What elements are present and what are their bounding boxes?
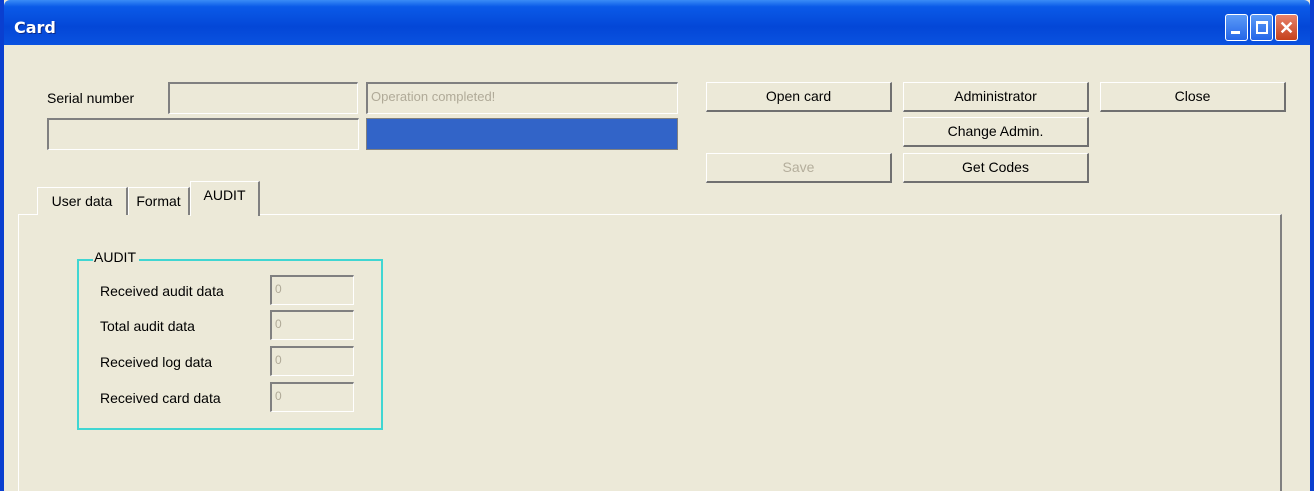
progress-bar xyxy=(366,118,678,150)
save-button[interactable]: Save xyxy=(706,153,892,183)
secondary-field[interactable] xyxy=(47,118,359,150)
title-bar[interactable]: Card ✕ xyxy=(4,0,1310,45)
get-codes-button[interactable]: Get Codes xyxy=(903,153,1089,183)
tab-format[interactable]: Format xyxy=(128,187,190,215)
change-admin-button[interactable]: Change Admin. xyxy=(903,117,1089,147)
serial-number-label: Serial number xyxy=(47,90,135,106)
serial-number-field[interactable] xyxy=(168,82,358,114)
window-title: Card xyxy=(14,18,56,37)
close-window-button[interactable]: ✕ xyxy=(1275,14,1298,41)
maximize-icon xyxy=(1256,21,1268,34)
open-card-button[interactable]: Open card xyxy=(706,82,892,112)
received-log-data-field: 0 xyxy=(270,346,354,376)
status-field: Operation completed! xyxy=(366,82,678,114)
close-icon: ✕ xyxy=(1278,18,1295,38)
close-button[interactable]: Close xyxy=(1100,82,1286,112)
received-audit-data-field: 0 xyxy=(270,275,354,305)
minimize-button[interactable] xyxy=(1225,14,1248,41)
received-card-data-field: 0 xyxy=(270,382,354,412)
total-audit-data-field: 0 xyxy=(270,310,354,340)
administrator-button[interactable]: Administrator xyxy=(903,82,1089,112)
total-audit-data-label: Total audit data xyxy=(100,318,195,334)
received-log-data-label: Received log data xyxy=(100,354,213,370)
tab-user-data[interactable]: User data xyxy=(37,187,128,215)
tab-audit[interactable]: AUDIT xyxy=(190,181,260,216)
audit-group-title: AUDIT xyxy=(93,249,139,265)
received-audit-data-label: Received audit data xyxy=(100,283,224,299)
minimize-icon xyxy=(1231,31,1240,34)
received-card-data-label: Received card data xyxy=(100,390,221,406)
maximize-button[interactable] xyxy=(1250,14,1273,41)
